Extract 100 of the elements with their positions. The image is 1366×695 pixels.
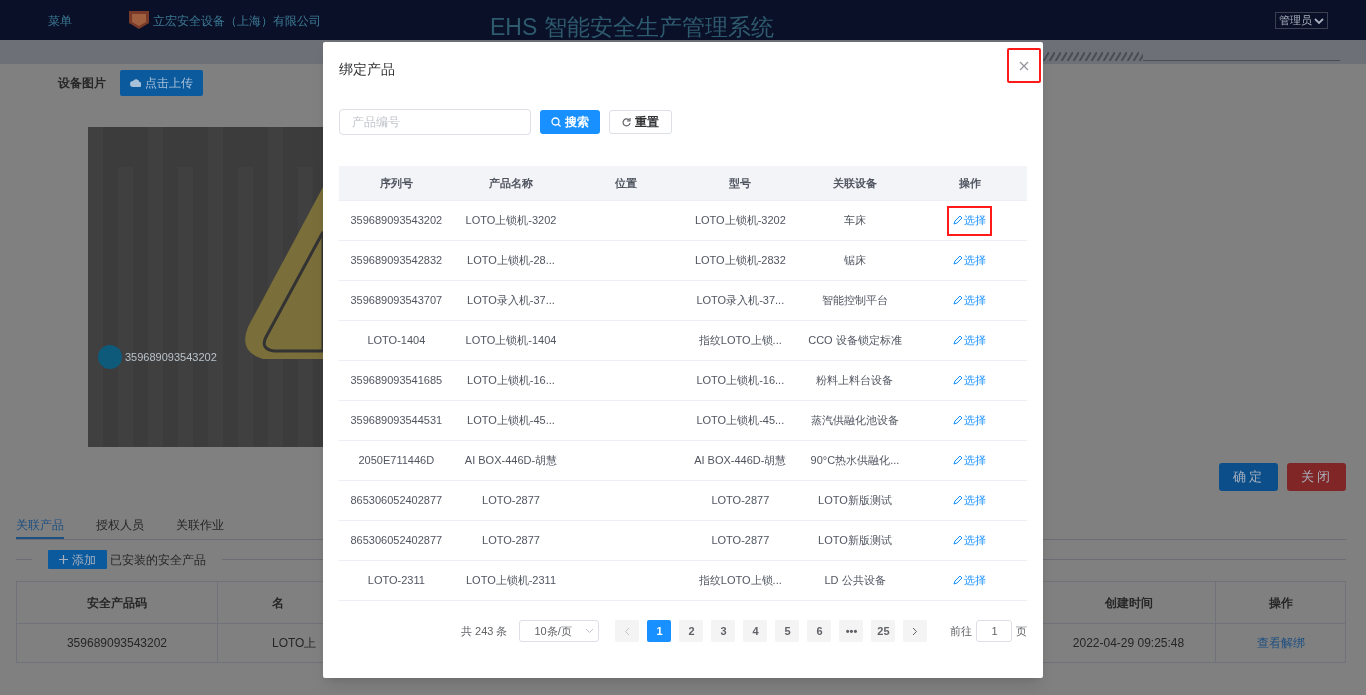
table-cell-text: LOTO录入机-37... [696, 293, 785, 309]
page-button[interactable]: 1 [647, 620, 672, 642]
column-header: 操作 [958, 175, 981, 191]
table-cell-text: 359689093542832 [350, 253, 443, 269]
table-cell-text: 359689093541685 [350, 373, 443, 389]
table-cell-text: 2022-04-29 09:25:48 [1072, 635, 1185, 652]
table-cell-text: LOTO-2877 [482, 533, 540, 549]
page-button[interactable]: 25 [871, 620, 896, 642]
table-cell-text: 车床 [844, 213, 866, 229]
page-button[interactable]: 3 [711, 620, 736, 642]
close-icon [1019, 60, 1029, 71]
edit-icon [953, 256, 963, 265]
edit-icon [953, 336, 963, 345]
table-cell-text: LOTO上锁机-16... [696, 373, 785, 389]
page-button[interactable]: 4 [743, 620, 768, 642]
table-cell-text: 359689093543202 [66, 635, 168, 652]
tab[interactable]: 授权人员 [96, 512, 144, 539]
table-cell-text: 智能控制平台 [822, 293, 888, 309]
refresh-icon [622, 117, 631, 127]
select-link[interactable]: 选择 [947, 565, 993, 596]
user-dropdown[interactable]: 管理员 [1275, 12, 1328, 29]
table-cell-text: AI BOX-446D-胡慧 [694, 453, 787, 469]
edit-icon [953, 536, 963, 545]
edit-icon [953, 296, 963, 305]
image-label: 设备图片 [58, 75, 106, 92]
select-link[interactable]: 选择 [947, 245, 993, 276]
select-link[interactable]: 选择 [947, 405, 993, 436]
table-cell-text: LOTO上锁机-45... [467, 413, 555, 429]
table-cell-text: LOTO-1404 [367, 333, 426, 349]
table-cell-text: 蒸汽供融化池设备 [811, 413, 899, 429]
column-header: 操作 [1268, 594, 1293, 612]
chevron-down-icon [585, 628, 595, 634]
page-button[interactable]: ••• [839, 620, 864, 642]
select-link[interactable]: 选择 [947, 485, 993, 516]
table-cell-text: LOTO上锁机-45... [696, 413, 785, 429]
table-cell-text: 865306052402877 [350, 533, 443, 549]
table-cell-text: LOTO-2877 [711, 493, 770, 509]
goto-page-field[interactable]: 1 [976, 620, 1013, 642]
select-link[interactable]: 选择 [947, 205, 993, 236]
close-button[interactable] [1007, 48, 1041, 83]
column-header: 安全产品码 [87, 594, 147, 612]
shield-logo-icon [128, 10, 150, 30]
section-title: 已安装的安全产品 [110, 551, 206, 569]
table-cell-text: 90°C热水供融化... [810, 453, 900, 469]
table-cell-text: LOTO上锁机-2311 [465, 573, 557, 589]
upload-button[interactable]: 点击上传 [120, 70, 203, 96]
chevron-right-icon [912, 626, 919, 636]
search-icon [551, 117, 561, 127]
column-header: 名 [272, 594, 284, 612]
table-cell-text: LOTO-2311 [367, 573, 425, 589]
table-cell-text: LOTO上锁机-3202 [694, 213, 786, 229]
table-cell-text: 指纹LOTO上锁... [698, 333, 782, 349]
table-cell-text: 359689093544531 [350, 413, 443, 429]
column-header: 产品名称 [489, 175, 533, 191]
select-link[interactable]: 选择 [947, 365, 993, 396]
select-link[interactable]: 选择 [947, 325, 993, 356]
total-count: 共 243 条 [461, 623, 508, 639]
table-cell-text: CCO 设备锁定标准 [808, 333, 902, 349]
select-link[interactable]: 选择 [947, 445, 993, 476]
table-cell-text: 2050E711446D [358, 453, 435, 469]
reset-button[interactable]: 重置 [609, 110, 672, 134]
plus-icon [59, 555, 68, 564]
table-cell-text: LOTO上锁机-2832 [694, 253, 786, 269]
page-button[interactable]: 2 [679, 620, 704, 642]
close-button[interactable]: 关闭 [1287, 463, 1346, 491]
page-button[interactable]: 6 [807, 620, 832, 642]
select-link[interactable]: 选择 [947, 525, 993, 556]
table-cell-text: LOTO-2877 [711, 533, 770, 549]
edit-icon [953, 376, 963, 385]
table-cell-text: LOTO新版测试 [818, 493, 892, 509]
column-header: 关联设备 [833, 175, 877, 191]
search-button[interactable]: 搜索 [540, 110, 600, 134]
table-cell-text: 359689093543202 [350, 213, 443, 229]
select-link[interactable]: 选择 [947, 285, 993, 316]
confirm-button[interactable]: 确定 [1219, 463, 1278, 491]
system-title: EHS 智能安全生产管理系统 [490, 15, 774, 40]
table-cell-text: AI BOX-446D-胡慧 [464, 453, 558, 469]
table-cell-text: 粉料上料台设备 [816, 373, 894, 389]
company-name: 立宏安全设备（上海）有限公司 [153, 13, 321, 30]
add-button[interactable]: 添加 [48, 550, 107, 569]
previous-page-button[interactable] [615, 620, 640, 642]
column-header: 创建时间 [1104, 594, 1153, 612]
unbind-link[interactable]: 查看解绑 [1256, 634, 1305, 652]
next-page-button[interactable] [903, 620, 928, 642]
goto-label: 前往 [950, 623, 973, 639]
table-cell-text: LOTO-2877 [482, 493, 540, 509]
edit-icon [953, 416, 963, 425]
column-header: 型号 [729, 175, 752, 191]
table-cell-text: LOTO上锁机-3202 [465, 213, 557, 229]
page-button[interactable]: 5 [775, 620, 800, 642]
page-size-select[interactable]: 10条/页 [519, 620, 600, 642]
menu-link[interactable]: 菜单 [48, 12, 72, 30]
table-cell-text: LOTO上锁机-1404 [465, 333, 557, 349]
table-cell-text: 359689093543707 [350, 293, 443, 309]
column-header: 序列号 [379, 175, 413, 191]
tab[interactable]: 关联作业 [176, 512, 224, 539]
column-header: 位置 [614, 175, 637, 191]
tab[interactable]: 关联产品 [16, 512, 64, 539]
table-cell-text: LOTO上锁机-28... [467, 253, 555, 269]
edit-icon [953, 456, 963, 465]
